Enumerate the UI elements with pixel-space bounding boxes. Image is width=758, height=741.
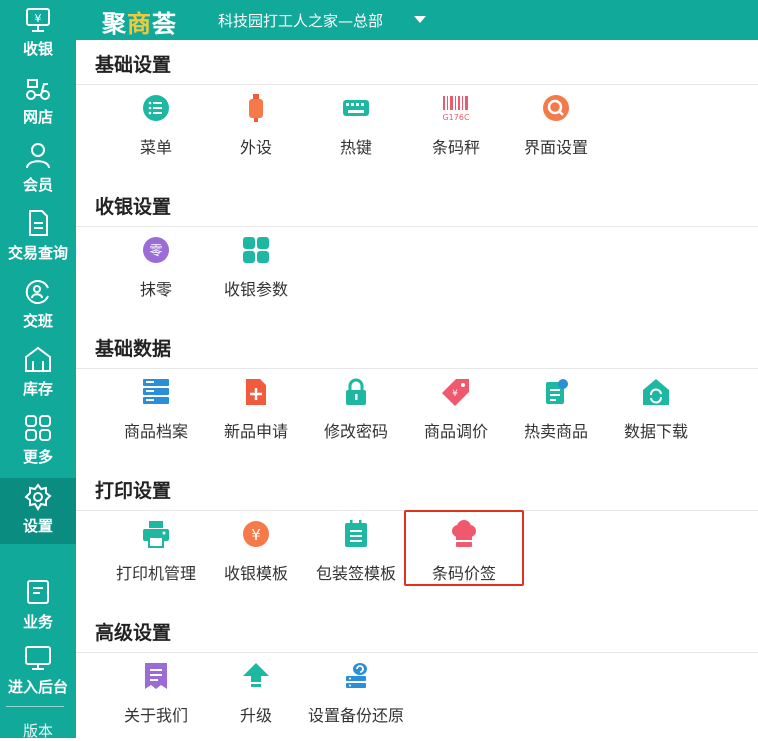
tile-interface[interactable]: 界面设置	[508, 94, 604, 164]
barcode-scale-icon: G176C	[442, 96, 470, 122]
nav-member[interactable]: 会员	[0, 138, 76, 204]
server-icon	[143, 379, 169, 404]
nav-label: 设置	[22, 517, 53, 535]
chevron-down-icon[interactable]	[414, 16, 426, 23]
sidebar-divider	[6, 706, 64, 707]
menu-icon	[143, 95, 169, 121]
nav-backend[interactable]: 进入后台	[0, 640, 76, 706]
nav-transactions[interactable]: 交易查询	[0, 206, 76, 272]
hot-sale-icon	[546, 379, 568, 404]
package-label-icon	[345, 520, 367, 547]
gear-icon	[24, 483, 52, 511]
section-title: 打印设置	[95, 480, 172, 502]
svg-text:¥: ¥	[251, 526, 261, 544]
nav-label: 交班	[22, 312, 53, 330]
nav-business[interactable]: 业务	[0, 574, 76, 640]
nav-shift[interactable]: 交班	[0, 274, 76, 340]
warehouse-icon	[25, 346, 51, 372]
app-logo: 聚商荟	[102, 10, 177, 38]
tile-cash-params[interactable]: 收银参数	[208, 236, 304, 306]
nav-label: 进入后台	[7, 678, 68, 696]
svg-text:零: 零	[149, 244, 162, 259]
backup-icon	[346, 663, 367, 688]
nav-settings[interactable]: 设置	[0, 478, 76, 544]
svg-text:¥: ¥	[452, 389, 458, 399]
tile-backup-restore[interactable]: 设置备份还原	[308, 662, 404, 732]
tile-label: 数据下载	[623, 422, 688, 441]
selection-highlight	[404, 510, 524, 586]
nav-cashier[interactable]: ¥ 收银	[0, 0, 76, 66]
top-bar: 聚商荟 科技园打工人之家—总部	[76, 0, 758, 40]
divider	[76, 84, 758, 85]
nav-online-store[interactable]: 网店	[0, 70, 76, 136]
nav-label: 更多	[22, 448, 53, 466]
monitor-icon	[25, 646, 51, 670]
user-icon	[26, 143, 50, 169]
divider	[76, 368, 758, 369]
price-tag-icon: ¥	[442, 379, 469, 406]
tile-label: 设置备份还原	[307, 706, 404, 725]
tile-label: 界面设置	[523, 138, 588, 157]
nav-label: 交易查询	[7, 244, 68, 262]
nav-label: 业务	[22, 613, 53, 631]
download-icon	[643, 379, 669, 405]
shift-user-icon	[25, 280, 49, 304]
nav-label: 收银	[22, 40, 53, 58]
interface-icon	[543, 95, 569, 121]
section-title: 基础数据	[95, 338, 172, 360]
upgrade-icon	[243, 663, 269, 687]
peripheral-icon	[249, 94, 263, 122]
lock-icon	[346, 378, 366, 405]
keyboard-icon	[343, 100, 369, 116]
divider	[76, 226, 758, 227]
scooter-icon	[26, 79, 50, 100]
book-icon	[27, 580, 49, 604]
divider	[76, 652, 758, 653]
nav-label: 会员	[22, 176, 53, 194]
cashier-icon: ¥	[26, 8, 50, 32]
nav-label: 网店	[22, 108, 53, 126]
round-off-icon: 零	[143, 237, 169, 263]
nav-label: 库存	[22, 380, 53, 398]
about-icon	[145, 663, 167, 689]
new-item-icon	[246, 379, 266, 405]
section-title: 收银设置	[95, 196, 172, 218]
apps-icon	[25, 415, 51, 441]
tile-data-download[interactable]: 数据下载	[608, 378, 704, 448]
nav-inventory[interactable]: 库存	[0, 342, 76, 408]
store-selector[interactable]: 科技园打工人之家—总部	[218, 10, 383, 31]
tile-label: 收银参数	[223, 280, 288, 299]
grid-icon	[243, 237, 269, 263]
section-title: 高级设置	[95, 622, 172, 644]
section-title: 基础设置	[95, 54, 172, 76]
printer-icon	[143, 521, 169, 548]
svg-text:G176C: G176C	[442, 113, 469, 122]
nav-more[interactable]: 更多	[0, 410, 76, 476]
sidebar: ¥ 收银 网店 会员 交易查询 交班 库存 更多 设置 业务 进入后台 版本	[0, 0, 76, 740]
tile-package-label-template[interactable]: 包装签模板	[308, 520, 404, 590]
document-icon	[29, 210, 48, 236]
yen-icon: ¥	[243, 521, 269, 547]
svg-text:¥: ¥	[35, 12, 42, 25]
